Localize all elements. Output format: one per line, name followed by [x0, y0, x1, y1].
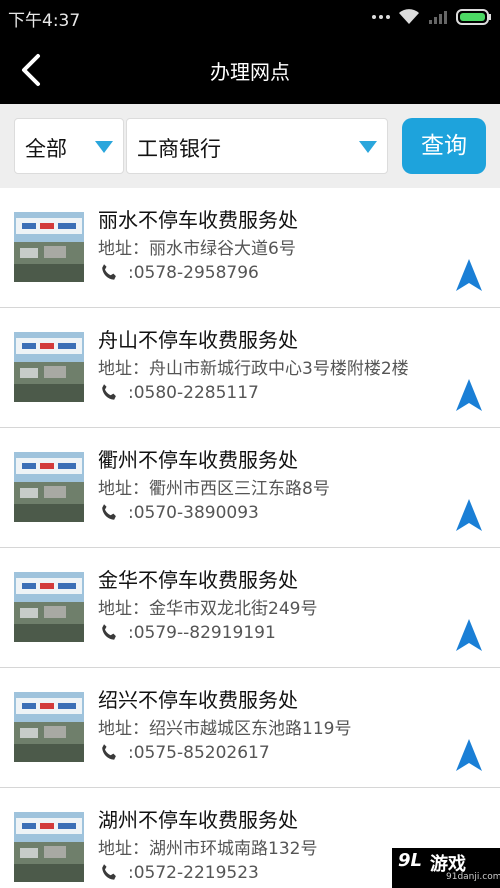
outlet-name: 绍兴不停车收费服务处 [98, 688, 298, 712]
navigation-icon[interactable] [455, 258, 483, 292]
outlet-thumbnail [14, 692, 84, 762]
navigation-icon[interactable] [455, 618, 483, 652]
outlet-list: 丽水不停车收费服务处 地址：丽水市绿谷大道6号 :0578-2958796 舟山… [0, 188, 500, 888]
outlet-phone: :0578-2958796 [128, 263, 259, 283]
outlet-thumbnail [14, 332, 84, 402]
outlet-phone-row[interactable]: :0579--82919191 [98, 621, 276, 645]
status-bar: 下午4:37 [0, 0, 500, 34]
site-watermark: 9L 游戏 91danji.com [392, 848, 500, 888]
battery-icon [456, 9, 491, 25]
outlet-name: 金华不停车收费服务处 [98, 568, 298, 592]
query-button[interactable]: 查询 [402, 118, 486, 174]
phone-icon [102, 624, 116, 640]
outlet-address: 地址：衢州市西区三江东路8号 [98, 479, 330, 499]
outlet-phone-row[interactable]: :0578-2958796 [98, 261, 259, 285]
outlet-address: 地址：舟山市新城行政中心3号楼附楼2楼 [98, 359, 409, 379]
more-dots-icon [372, 15, 390, 19]
phone-icon [102, 384, 116, 400]
navigation-icon[interactable] [455, 378, 483, 412]
list-item[interactable]: 绍兴不停车收费服务处 地址：绍兴市越城区东池路119号 :0575-852026… [0, 668, 500, 788]
category-select-value: 全部 [25, 137, 67, 161]
outlet-phone: :0570-3890093 [128, 503, 259, 523]
outlet-name: 湖州不停车收费服务处 [98, 808, 298, 832]
bank-select[interactable]: 工商银行 [126, 118, 388, 174]
outlet-phone: :0572-2219523 [128, 863, 259, 883]
outlet-address: 地址：丽水市绿谷大道6号 [98, 239, 296, 259]
outlet-phone: :0580-2285117 [128, 383, 259, 403]
outlet-name: 丽水不停车收费服务处 [98, 208, 298, 232]
outlet-address: 地址：绍兴市越城区东池路119号 [98, 719, 352, 739]
status-time: 下午4:37 [8, 11, 81, 31]
list-item[interactable]: 舟山不停车收费服务处 地址：舟山市新城行政中心3号楼附楼2楼 :0580-228… [0, 308, 500, 428]
navigation-icon[interactable] [455, 498, 483, 532]
signal-icon [429, 11, 447, 24]
phone-icon [102, 744, 116, 760]
outlet-thumbnail [14, 452, 84, 522]
outlet-phone-row[interactable]: :0572-2219523 [98, 861, 259, 885]
phone-icon [102, 864, 116, 880]
outlet-name: 衢州不停车收费服务处 [98, 448, 298, 472]
outlet-name: 舟山不停车收费服务处 [98, 328, 298, 352]
list-item[interactable]: 衢州不停车收费服务处 地址：衢州市西区三江东路8号 :0570-3890093 [0, 428, 500, 548]
outlet-phone-row[interactable]: :0575-85202617 [98, 741, 270, 765]
outlet-phone-row[interactable]: :0570-3890093 [98, 501, 259, 525]
outlet-address: 地址：金华市双龙北街249号 [98, 599, 318, 619]
list-item[interactable]: 金华不停车收费服务处 地址：金华市双龙北街249号 :0579--8291919… [0, 548, 500, 668]
phone-icon [102, 504, 116, 520]
status-icons [372, 8, 492, 26]
outlet-thumbnail [14, 572, 84, 642]
outlet-phone: :0579--82919191 [128, 623, 276, 643]
outlet-thumbnail [14, 812, 84, 882]
watermark-url: 91danji.com [446, 872, 500, 882]
phone-icon [102, 264, 116, 280]
outlet-thumbnail [14, 212, 84, 282]
title-bar: 办理网点 [0, 34, 500, 104]
category-select[interactable]: 全部 [14, 118, 124, 174]
list-item[interactable]: 丽水不停车收费服务处 地址：丽水市绿谷大道6号 :0578-2958796 [0, 188, 500, 308]
outlet-address: 地址：湖州市环城南路132号 [98, 839, 318, 859]
dropdown-arrow-icon [95, 141, 113, 153]
outlet-phone: :0575-85202617 [128, 743, 270, 763]
wifi-icon [399, 9, 419, 24]
filter-bar: 全部 工商银行 查询 [0, 104, 500, 188]
bank-select-value: 工商银行 [137, 137, 221, 161]
outlet-phone-row[interactable]: :0580-2285117 [98, 381, 259, 405]
watermark-logo: 9L [398, 850, 422, 871]
page-title: 办理网点 [210, 60, 290, 84]
navigation-icon[interactable] [455, 738, 483, 772]
dropdown-arrow-icon [359, 141, 377, 153]
